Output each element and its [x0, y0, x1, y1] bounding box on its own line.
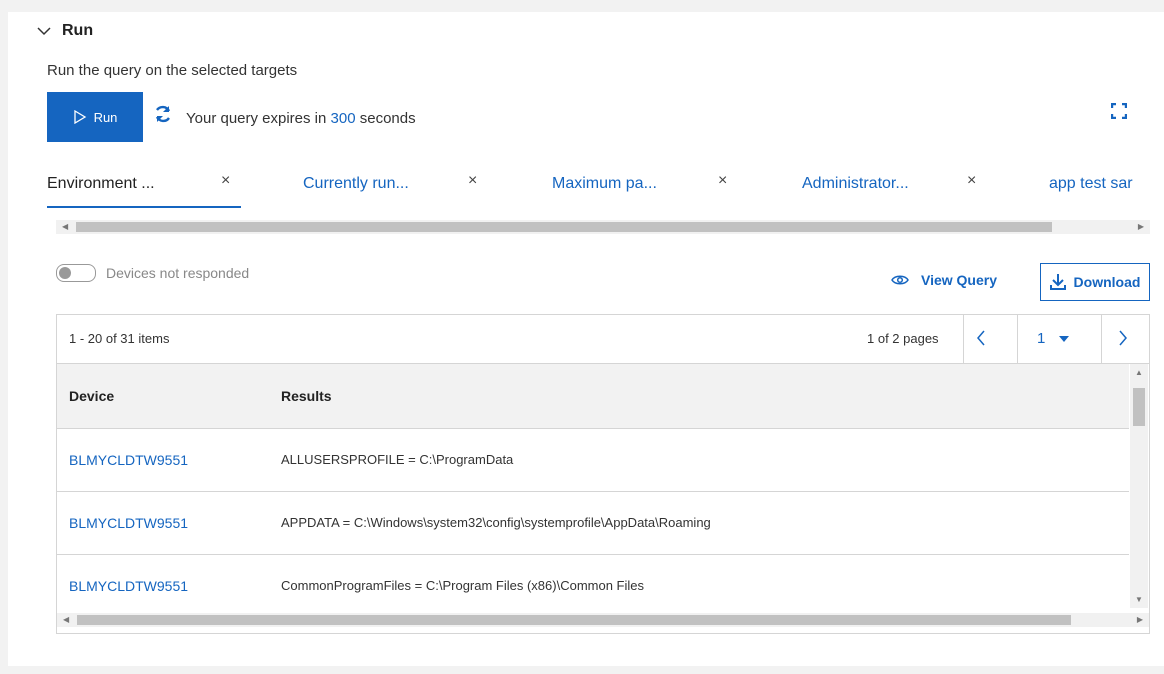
result-text: APPDATA = C:\Windows\system32\config\sys… — [281, 515, 711, 530]
run-section-toggle[interactable]: Run — [36, 22, 93, 40]
download-button[interactable]: Download — [1040, 263, 1150, 301]
expiry-text: Your query expires in 300 seconds — [186, 110, 416, 127]
tab-label: Environment ... — [47, 175, 155, 192]
result-text: CommonProgramFiles = C:\Program Files (x… — [281, 578, 645, 593]
view-query-button[interactable]: View Query — [891, 272, 997, 288]
items-count: 1 - 20 of 31 items — [69, 331, 170, 346]
table-row: BLMYCLDTW9551 APPDATA = C:\Windows\syste… — [57, 492, 1129, 555]
column-header-results[interactable]: Results — [281, 388, 332, 404]
scroll-up-icon[interactable]: ▲ — [1135, 368, 1143, 377]
close-icon[interactable]: × — [967, 172, 976, 190]
table-row: BLMYCLDTW9551 ALLUSERSPROFILE = C:\Progr… — [57, 429, 1129, 492]
refresh-icon[interactable] — [153, 104, 173, 124]
chevron-left-icon[interactable] — [975, 329, 987, 347]
table-vertical-scrollbar[interactable]: ▲ ▼ — [1130, 364, 1148, 608]
column-header-device[interactable]: Device — [69, 388, 114, 404]
run-button[interactable]: Run — [47, 92, 143, 142]
scrollbar-thumb[interactable] — [76, 222, 1052, 232]
run-button-label: Run — [93, 109, 118, 125]
tab-environment[interactable]: Environment ... × — [47, 162, 241, 208]
expiry-prefix: Your query expires in — [186, 110, 327, 127]
scroll-down-icon[interactable]: ▼ — [1135, 595, 1143, 604]
chevron-right-icon[interactable] — [1117, 329, 1129, 347]
download-label: Download — [1073, 274, 1141, 290]
toggle-label: Devices not responded — [106, 265, 250, 281]
section-title: Run — [62, 22, 94, 39]
toggle-switch[interactable] — [56, 264, 96, 282]
expand-icon[interactable] — [1111, 103, 1127, 119]
table-row: BLMYCLDTW9551 CommonProgramFiles = C:\Pr… — [57, 555, 1129, 608]
tab-administrator[interactable]: Administrator... — [802, 162, 909, 206]
tab-app-test[interactable]: app test sar — [1049, 162, 1133, 206]
page-select[interactable]: 1 — [1037, 330, 1070, 347]
tab-label: Administrator... — [802, 175, 909, 192]
tab-currently-running[interactable]: Currently run... — [303, 162, 409, 206]
device-link[interactable]: BLMYCLDTW9551 — [69, 452, 188, 468]
devices-not-responded-toggle[interactable]: Devices not responded — [56, 264, 249, 282]
close-icon[interactable]: × — [221, 172, 230, 190]
query-tabs: Environment ... × Currently run... × Max… — [47, 162, 1153, 208]
eye-icon — [891, 275, 909, 285]
pages-label: 1 of 2 pages — [867, 331, 939, 346]
play-icon — [73, 110, 86, 124]
result-text: ALLUSERSPROFILE = C:\ProgramData — [281, 452, 514, 467]
scroll-right-icon[interactable]: ▶ — [1137, 615, 1143, 625]
download-icon — [1049, 274, 1066, 290]
device-link[interactable]: BLMYCLDTW9551 — [69, 515, 188, 531]
chevron-down-icon — [37, 27, 51, 36]
scroll-right-icon[interactable]: ▶ — [1138, 222, 1144, 232]
expiry-seconds: 300 — [330, 110, 356, 127]
tab-label: Maximum pa... — [552, 175, 657, 192]
expiry-suffix: seconds — [359, 110, 416, 127]
caret-down-icon — [1059, 335, 1070, 342]
view-query-label: View Query — [921, 272, 998, 288]
section-subtitle: Run the query on the selected targets — [47, 62, 298, 79]
scroll-left-icon[interactable]: ◀ — [63, 615, 69, 625]
pager: 1 - 20 of 31 items 1 of 2 pages 1 — [57, 315, 1149, 364]
tab-maximum[interactable]: Maximum pa... — [552, 162, 657, 206]
close-icon[interactable]: × — [468, 172, 477, 190]
scrollbar-thumb[interactable] — [1133, 388, 1145, 426]
scrollbar-thumb[interactable] — [77, 615, 1071, 625]
table-header: Device Results — [57, 364, 1129, 429]
tab-label: app test sar — [1049, 175, 1133, 192]
close-icon[interactable]: × — [718, 172, 727, 190]
scroll-left-icon[interactable]: ◀ — [62, 222, 68, 232]
tabs-scrollbar[interactable]: ◀ ▶ — [56, 220, 1150, 234]
results-grid: 1 - 20 of 31 items 1 of 2 pages 1 Device… — [56, 314, 1150, 634]
table-horizontal-scrollbar[interactable]: ◀ ▶ — [57, 613, 1149, 627]
tab-label: Currently run... — [303, 175, 409, 192]
page-select-value: 1 — [1037, 330, 1046, 347]
device-link[interactable]: BLMYCLDTW9551 — [69, 578, 188, 594]
